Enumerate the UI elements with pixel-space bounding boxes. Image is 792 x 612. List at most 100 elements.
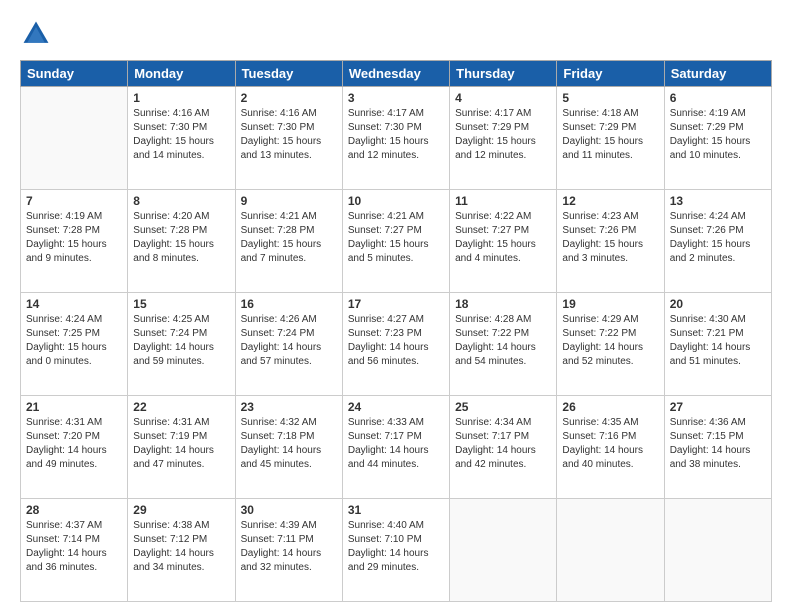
- table-row: 2Sunrise: 4:16 AMSunset: 7:30 PMDaylight…: [235, 87, 342, 190]
- calendar-week-row: 21 Sunrise: 4:31 AMSunset: 7:20 PMDayligh…: [21, 396, 772, 499]
- table-row: 24 Sunrise: 4:33 AMSunset: 7:17 PMDayligh…: [342, 396, 449, 499]
- day-number: 19: [562, 297, 658, 311]
- cell-details: Sunrise: 4:17 AMSunset: 7:30 PMDaylight:…: [348, 107, 444, 163]
- table-row: 21 Sunrise: 4:31 AMSunset: 7:20 PMDayligh…: [21, 396, 128, 499]
- calendar-week-row: 14 Sunrise: 4:24 AMSunset: 7:25 PMDayligh…: [21, 293, 772, 396]
- day-number: 27: [670, 400, 766, 414]
- day-number: 6: [670, 91, 766, 105]
- cell-details: Sunrise: 4:19 AMSunset: 7:29 PMDaylight:…: [670, 107, 766, 163]
- cell-details: Sunrise: 4:20 AMSunset: 7:28 PMDaylight:…: [133, 210, 229, 266]
- table-row: 30 Sunrise: 4:39 AMSunset: 7:11 PMDayligh…: [235, 499, 342, 602]
- table-row: 3 Sunrise: 4:17 AMSunset: 7:30 PMDaylight…: [342, 87, 449, 190]
- cell-details: Sunrise: 4:26 AMSunset: 7:24 PMDaylight:…: [241, 313, 337, 369]
- day-number: 15: [133, 297, 229, 311]
- day-number: 13: [670, 194, 766, 208]
- day-number: 28: [26, 503, 122, 517]
- cell-details: Sunrise: 4:37 AMSunset: 7:14 PMDaylight:…: [26, 519, 122, 575]
- table-row: 15Sunrise: 4:25 AMSunset: 7:24 PMDayligh…: [128, 293, 235, 396]
- table-row: [21, 87, 128, 190]
- day-number: 29: [133, 503, 229, 517]
- cell-details: Sunrise: 4:16 AMSunset: 7:30 PMDaylight:…: [133, 107, 229, 163]
- logo: [20, 18, 56, 50]
- logo-icon: [20, 18, 52, 50]
- day-number: 9: [241, 194, 337, 208]
- col-tuesday: Tuesday: [235, 61, 342, 87]
- cell-details: Sunrise: 4:21 AMSunset: 7:27 PMDaylight:…: [348, 210, 444, 266]
- cell-details: Sunrise: 4:31 AMSunset: 7:19 PMDaylight:…: [133, 416, 229, 472]
- col-wednesday: Wednesday: [342, 61, 449, 87]
- col-sunday: Sunday: [21, 61, 128, 87]
- day-number: 14: [26, 297, 122, 311]
- calendar-table: Sunday Monday Tuesday Wednesday Thursday…: [20, 60, 772, 602]
- day-number: 7: [26, 194, 122, 208]
- cell-details: Sunrise: 4:39 AMSunset: 7:11 PMDaylight:…: [241, 519, 337, 575]
- cell-details: Sunrise: 4:38 AMSunset: 7:12 PMDaylight:…: [133, 519, 229, 575]
- table-row: 14 Sunrise: 4:24 AMSunset: 7:25 PMDayligh…: [21, 293, 128, 396]
- cell-details: Sunrise: 4:27 AMSunset: 7:23 PMDaylight:…: [348, 313, 444, 369]
- table-row: 16Sunrise: 4:26 AMSunset: 7:24 PMDayligh…: [235, 293, 342, 396]
- cell-details: Sunrise: 4:24 AMSunset: 7:25 PMDaylight:…: [26, 313, 122, 369]
- col-thursday: Thursday: [450, 61, 557, 87]
- day-number: 20: [670, 297, 766, 311]
- col-friday: Friday: [557, 61, 664, 87]
- day-number: 4: [455, 91, 551, 105]
- cell-details: Sunrise: 4:30 AMSunset: 7:21 PMDaylight:…: [670, 313, 766, 369]
- table-row: 29 Sunrise: 4:38 AMSunset: 7:12 PMDayligh…: [128, 499, 235, 602]
- day-number: 21: [26, 400, 122, 414]
- cell-details: Sunrise: 4:34 AMSunset: 7:17 PMDaylight:…: [455, 416, 551, 472]
- table-row: 5 Sunrise: 4:18 AMSunset: 7:29 PMDaylight…: [557, 87, 664, 190]
- cell-details: Sunrise: 4:36 AMSunset: 7:15 PMDaylight:…: [670, 416, 766, 472]
- day-number: 23: [241, 400, 337, 414]
- calendar-week-row: 1Sunrise: 4:16 AMSunset: 7:30 PMDaylight…: [21, 87, 772, 190]
- day-number: 11: [455, 194, 551, 208]
- table-row: 31 Sunrise: 4:40 AMSunset: 7:10 PMDayligh…: [342, 499, 449, 602]
- day-number: 8: [133, 194, 229, 208]
- day-number: 24: [348, 400, 444, 414]
- calendar-week-row: 7 Sunrise: 4:19 AMSunset: 7:28 PMDaylight…: [21, 190, 772, 293]
- cell-details: Sunrise: 4:35 AMSunset: 7:16 PMDaylight:…: [562, 416, 658, 472]
- table-row: 25 Sunrise: 4:34 AMSunset: 7:17 PMDayligh…: [450, 396, 557, 499]
- table-row: 11Sunrise: 4:22 AMSunset: 7:27 PMDayligh…: [450, 190, 557, 293]
- table-row: 26 Sunrise: 4:35 AMSunset: 7:16 PMDayligh…: [557, 396, 664, 499]
- col-saturday: Saturday: [664, 61, 771, 87]
- day-number: 22: [133, 400, 229, 414]
- cell-details: Sunrise: 4:17 AMSunset: 7:29 PMDaylight:…: [455, 107, 551, 163]
- cell-details: Sunrise: 4:31 AMSunset: 7:20 PMDaylight:…: [26, 416, 122, 472]
- cell-details: Sunrise: 4:21 AMSunset: 7:28 PMDaylight:…: [241, 210, 337, 266]
- day-number: 25: [455, 400, 551, 414]
- cell-details: Sunrise: 4:40 AMSunset: 7:10 PMDaylight:…: [348, 519, 444, 575]
- day-number: 30: [241, 503, 337, 517]
- day-number: 18: [455, 297, 551, 311]
- table-row: 12 Sunrise: 4:23 AMSunset: 7:26 PMDayligh…: [557, 190, 664, 293]
- table-row: 13 Sunrise: 4:24 AMSunset: 7:26 PMDayligh…: [664, 190, 771, 293]
- header: [20, 18, 772, 50]
- table-row: 4 Sunrise: 4:17 AMSunset: 7:29 PMDaylight…: [450, 87, 557, 190]
- table-row: 20 Sunrise: 4:30 AMSunset: 7:21 PMDayligh…: [664, 293, 771, 396]
- table-row: 1Sunrise: 4:16 AMSunset: 7:30 PMDaylight…: [128, 87, 235, 190]
- table-row: [557, 499, 664, 602]
- table-row: 10Sunrise: 4:21 AMSunset: 7:27 PMDayligh…: [342, 190, 449, 293]
- day-number: 26: [562, 400, 658, 414]
- table-row: [450, 499, 557, 602]
- table-row: 6 Sunrise: 4:19 AMSunset: 7:29 PMDaylight…: [664, 87, 771, 190]
- day-number: 12: [562, 194, 658, 208]
- cell-details: Sunrise: 4:32 AMSunset: 7:18 PMDaylight:…: [241, 416, 337, 472]
- table-row: 19 Sunrise: 4:29 AMSunset: 7:22 PMDayligh…: [557, 293, 664, 396]
- table-row: 23 Sunrise: 4:32 AMSunset: 7:18 PMDayligh…: [235, 396, 342, 499]
- cell-details: Sunrise: 4:19 AMSunset: 7:28 PMDaylight:…: [26, 210, 122, 266]
- cell-details: Sunrise: 4:33 AMSunset: 7:17 PMDaylight:…: [348, 416, 444, 472]
- cell-details: Sunrise: 4:24 AMSunset: 7:26 PMDaylight:…: [670, 210, 766, 266]
- day-number: 5: [562, 91, 658, 105]
- day-number: 31: [348, 503, 444, 517]
- cell-details: Sunrise: 4:23 AMSunset: 7:26 PMDaylight:…: [562, 210, 658, 266]
- cell-details: Sunrise: 4:16 AMSunset: 7:30 PMDaylight:…: [241, 107, 337, 163]
- cell-details: Sunrise: 4:18 AMSunset: 7:29 PMDaylight:…: [562, 107, 658, 163]
- day-number: 3: [348, 91, 444, 105]
- cell-details: Sunrise: 4:29 AMSunset: 7:22 PMDaylight:…: [562, 313, 658, 369]
- table-row: [664, 499, 771, 602]
- cell-details: Sunrise: 4:28 AMSunset: 7:22 PMDaylight:…: [455, 313, 551, 369]
- table-row: 8 Sunrise: 4:20 AMSunset: 7:28 PMDaylight…: [128, 190, 235, 293]
- calendar-week-row: 28 Sunrise: 4:37 AMSunset: 7:14 PMDayligh…: [21, 499, 772, 602]
- table-row: 22 Sunrise: 4:31 AMSunset: 7:19 PMDayligh…: [128, 396, 235, 499]
- table-row: 27 Sunrise: 4:36 AMSunset: 7:15 PMDayligh…: [664, 396, 771, 499]
